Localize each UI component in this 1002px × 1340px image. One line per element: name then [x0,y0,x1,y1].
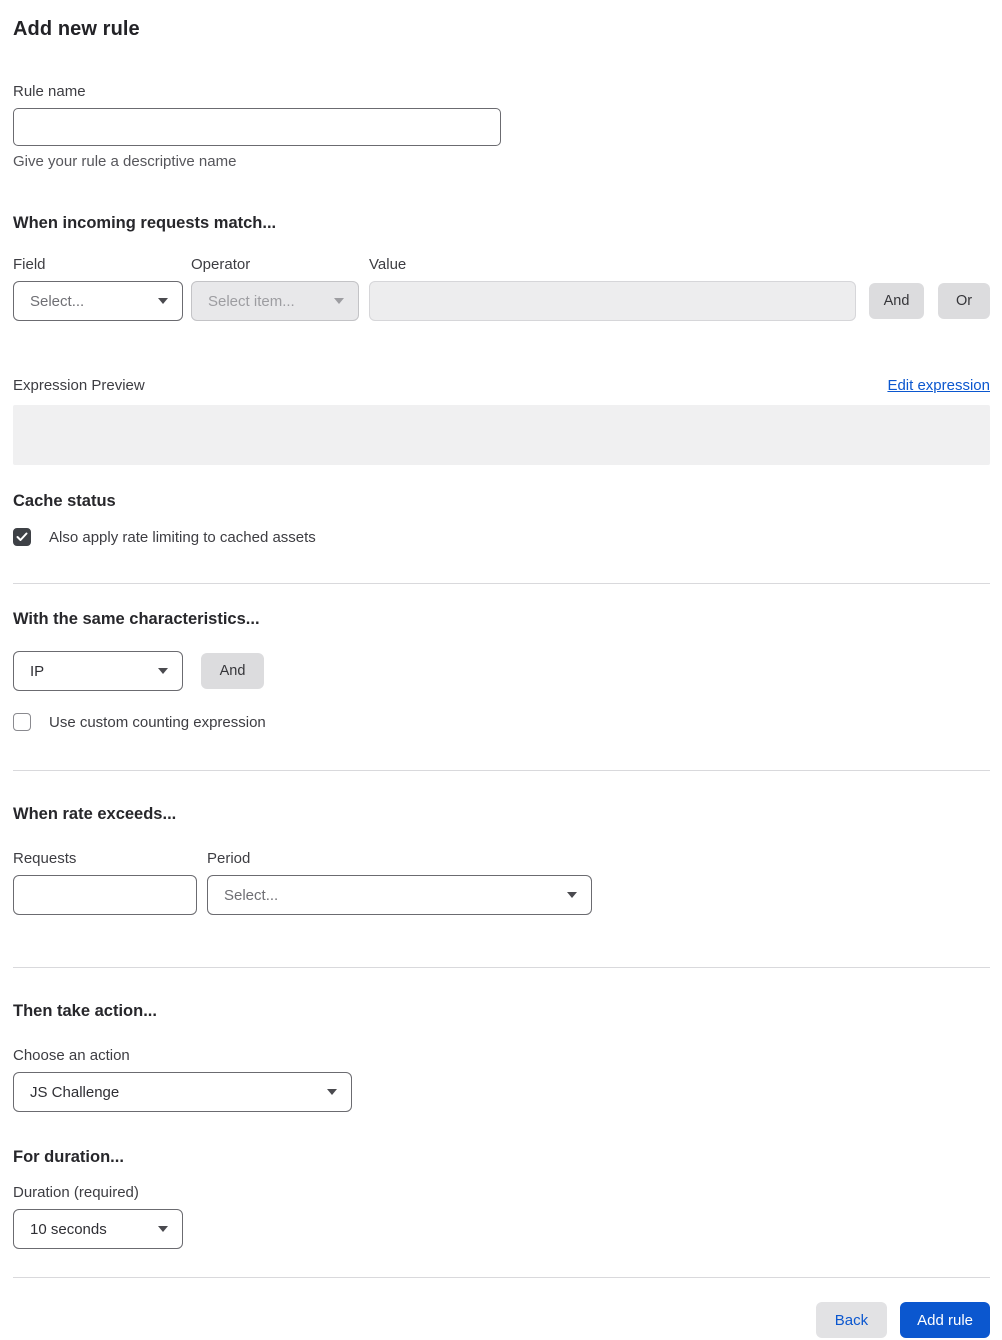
cache-status-heading: Cache status [13,492,116,510]
and-button[interactable]: And [869,283,924,319]
edit-expression-link[interactable]: Edit expression [887,377,990,394]
rule-name-helper: Give your rule a descriptive name [13,153,237,170]
action-label: Choose an action [13,1047,130,1064]
chevron-down-icon [327,1089,337,1095]
characteristics-heading: With the same characteristics... [13,610,260,628]
or-button[interactable]: Or [938,283,990,319]
check-icon [16,532,28,541]
field-label: Field [13,256,46,273]
period-select[interactable]: Select... [207,875,592,915]
action-select-value: JS Challenge [30,1083,120,1101]
chevron-down-icon [334,298,344,304]
divider [13,770,990,771]
expression-preview-box [13,405,990,465]
rate-heading: When rate exceeds... [13,805,177,823]
characteristic-and-button[interactable]: And [201,653,264,689]
expression-preview-label: Expression Preview [13,377,145,394]
rule-name-label: Rule name [13,83,86,100]
chevron-down-icon [158,1226,168,1232]
custom-counting-checkbox[interactable] [13,713,31,731]
add-rule-button[interactable]: Add rule [900,1302,990,1338]
field-select-value: Select... [30,292,85,310]
rule-name-input[interactable] [13,108,501,146]
duration-heading: For duration... [13,1148,124,1166]
chevron-down-icon [567,892,577,898]
chevron-down-icon [158,668,168,674]
back-button[interactable]: Back [815,1302,888,1338]
chevron-down-icon [158,298,168,304]
field-select[interactable]: Select... [13,281,183,321]
period-select-value: Select... [224,886,279,904]
divider [13,1277,990,1278]
characteristic-select[interactable]: IP [13,651,183,691]
add-rule-form: Add new rule Rule name Give your rule a … [0,0,1002,1340]
operator-select[interactable]: Select item... [191,281,359,321]
custom-counting-checkbox-label: Use custom counting expression [49,713,266,731]
cached-assets-checkbox-label: Also apply rate limiting to cached asset… [49,528,316,546]
match-heading: When incoming requests match... [13,214,277,232]
cached-assets-checkbox[interactable] [13,528,31,546]
page-title: Add new rule [13,18,140,40]
requests-input[interactable] [13,875,197,915]
duration-select[interactable]: 10 seconds [13,1209,183,1249]
operator-select-value: Select item... [208,292,295,310]
duration-select-value: 10 seconds [30,1220,107,1238]
divider [13,967,990,968]
action-heading: Then take action... [13,1002,157,1020]
value-input[interactable] [369,281,856,321]
action-select[interactable]: JS Challenge [13,1072,352,1112]
duration-label: Duration (required) [13,1184,139,1201]
period-label: Period [207,850,251,867]
requests-label: Requests [13,850,77,867]
value-label: Value [369,256,407,273]
characteristic-select-value: IP [30,662,45,680]
divider [13,583,990,584]
operator-label: Operator [191,256,251,273]
